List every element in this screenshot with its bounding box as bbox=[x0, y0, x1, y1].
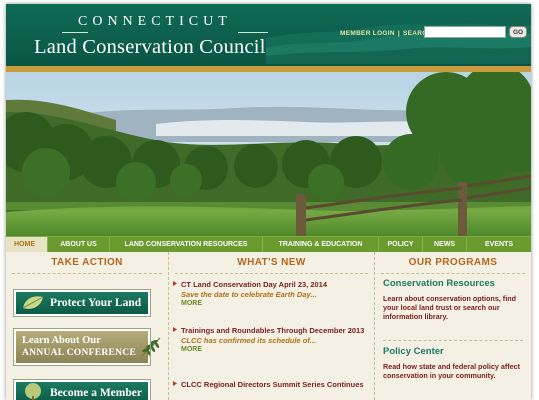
logo-state: CONNECTICUT bbox=[78, 14, 232, 29]
whats-new-column: WHAT'S NEW CT Land Conservation Day Apri… bbox=[168, 252, 375, 400]
nav-training-education[interactable]: TRAINING & EDUCATION bbox=[263, 236, 379, 253]
tree-icon bbox=[25, 383, 41, 400]
main-content: TAKE ACTION Protect Your Land Learn Abou… bbox=[6, 252, 531, 400]
nav-land-conservation-resources[interactable]: LAND CONSERVATION RESOURCES bbox=[110, 236, 263, 253]
program-item: Conservation Resources Learn about conse… bbox=[383, 278, 525, 321]
annual-conference-button[interactable]: Learn About Our ANNUAL CONFERENCE bbox=[13, 328, 161, 366]
leaf-icon bbox=[22, 296, 44, 309]
nav-news[interactable]: NEWS bbox=[423, 236, 467, 253]
go-button[interactable]: GO bbox=[509, 26, 527, 38]
become-a-member-label: Become a Member bbox=[50, 387, 142, 399]
news-item: CT Land Conservation Day April 23, 2014 … bbox=[173, 280, 373, 309]
fern-icon bbox=[141, 337, 161, 357]
become-a-member-button[interactable]: Become a Member bbox=[13, 379, 151, 400]
member-login-link[interactable]: MEMBER LOGIN bbox=[340, 30, 395, 37]
utility-bar: MEMBER LOGIN | SEARCH: bbox=[340, 28, 435, 38]
nav-home[interactable]: HOME bbox=[6, 236, 48, 253]
conference-line-2: ANNUAL CONFERENCE bbox=[22, 348, 137, 358]
news-item: CLCC Regional Directors Summit Series Co… bbox=[173, 380, 373, 390]
site-header: CONNECTICUT Land Conservation Council ME… bbox=[6, 4, 531, 66]
conference-text: Learn About Our ANNUAL CONFERENCE bbox=[22, 335, 136, 359]
nav-policy[interactable]: POLICY bbox=[379, 236, 423, 253]
news-item-title[interactable]: Trainings and Roundables Through Decembe… bbox=[181, 326, 373, 336]
protect-your-land-button[interactable]: Protect Your Land bbox=[13, 289, 151, 317]
separator: | bbox=[397, 29, 401, 37]
bullet-icon bbox=[173, 281, 177, 286]
news-item-more-link[interactable]: MORE bbox=[181, 299, 373, 309]
site-logo[interactable]: Land Conservation Council bbox=[34, 36, 266, 59]
logo-rule-left bbox=[62, 32, 88, 33]
hero-landscape-image bbox=[6, 72, 531, 236]
logo-rule-right bbox=[238, 32, 268, 33]
news-item-title[interactable]: CT Land Conservation Day April 23, 2014 bbox=[181, 280, 373, 290]
program-divider bbox=[383, 340, 523, 341]
program-title[interactable]: Policy Center bbox=[383, 346, 525, 358]
bullet-icon bbox=[173, 327, 177, 332]
program-description: Learn about conservation options, find y… bbox=[383, 294, 516, 321]
conference-line-1: Learn About Our bbox=[22, 335, 101, 346]
nav-events[interactable]: EVENTS bbox=[467, 237, 531, 253]
hills-decoration bbox=[266, 23, 531, 64]
news-item-summary: Save the date to celebrate Earth Day... bbox=[181, 289, 317, 299]
our-programs-column: OUR PROGRAMS Conservation Resources Lear… bbox=[375, 252, 531, 400]
search-input[interactable] bbox=[424, 26, 506, 38]
news-item-title[interactable]: CLCC Regional Directors Summit Series Co… bbox=[181, 380, 373, 390]
program-description: Read how state and federal policy affect… bbox=[383, 362, 520, 380]
program-item: Policy Center Read how state and federal… bbox=[383, 346, 525, 380]
our-programs-heading: OUR PROGRAMS bbox=[381, 252, 525, 274]
nav-about-us[interactable]: ABOUT US bbox=[48, 236, 110, 253]
whats-new-heading: WHAT'S NEW bbox=[175, 252, 368, 274]
page-frame: CONNECTICUT Land Conservation Council ME… bbox=[6, 4, 531, 400]
take-action-column: TAKE ACTION Protect Your Land Learn Abou… bbox=[6, 252, 168, 400]
protect-your-land-label: Protect Your Land bbox=[50, 297, 142, 309]
program-title[interactable]: Conservation Resources bbox=[383, 278, 525, 290]
news-item: Trainings and Roundables Through Decembe… bbox=[173, 326, 373, 355]
take-action-heading: TAKE ACTION bbox=[12, 252, 162, 274]
bullet-icon bbox=[173, 381, 177, 386]
news-item-more-link[interactable]: MORE bbox=[181, 345, 373, 355]
main-navigation: HOME ABOUT US LAND CONSERVATION RESOURCE… bbox=[6, 236, 531, 253]
news-item-summary: CLCC has confirmed its schedule of... bbox=[181, 335, 317, 345]
